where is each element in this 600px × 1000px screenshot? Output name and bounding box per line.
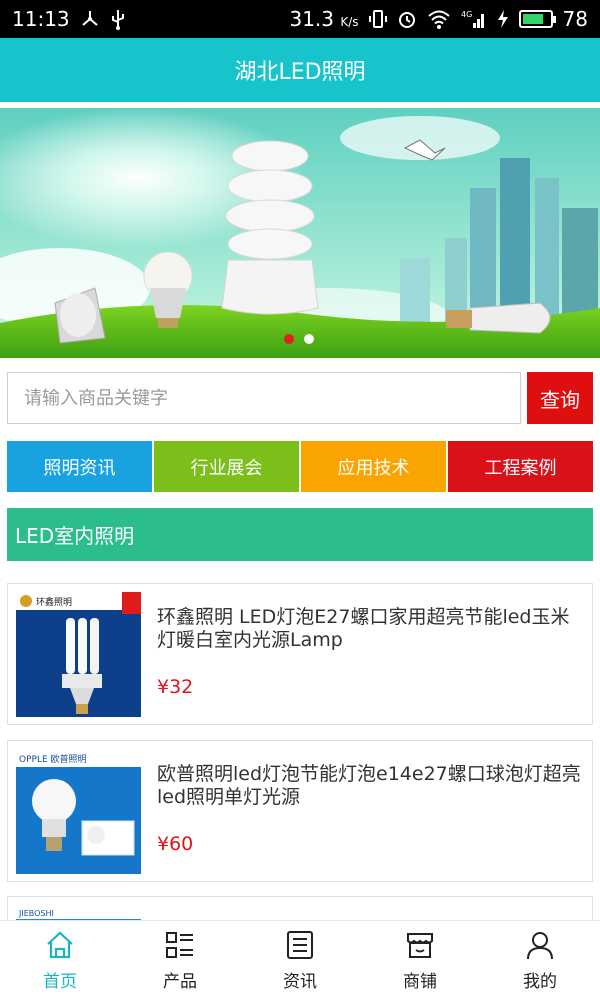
product-price: ¥60	[157, 833, 194, 855]
vibrate-icon	[368, 9, 387, 29]
alarm-icon	[397, 9, 417, 29]
nav-home[interactable]: 首页	[0, 921, 120, 1000]
category-industry-expo[interactable]: 行业展会	[154, 441, 299, 492]
shop-icon	[407, 933, 433, 958]
status-time: 11:13	[12, 7, 70, 31]
category-engineering-cases[interactable]: 工程案例	[448, 441, 593, 492]
nav-mine[interactable]: 我的	[480, 921, 600, 1000]
search-button[interactable]: 查询	[527, 372, 593, 424]
category-lighting-news[interactable]: 照明资讯	[7, 441, 152, 492]
product-image: 环鑫照明	[16, 592, 141, 717]
brand-label: 环鑫照明	[36, 596, 72, 608]
carousel-dot[interactable]	[304, 334, 314, 344]
brand-label: OPPLE 欧普照明	[19, 753, 87, 765]
brand-label: JIEBOSHI	[18, 909, 54, 918]
nav-news[interactable]: 资讯	[240, 921, 360, 1000]
share-icon	[80, 9, 100, 29]
nav-label: 我的	[523, 972, 557, 992]
battery-level: 78	[562, 7, 588, 31]
category-bar: 照明资讯 行业展会 应用技术 工程案例	[7, 441, 593, 492]
nav-products[interactable]: 产品	[120, 921, 240, 1000]
product-image: OPPLE 欧普照明	[16, 749, 141, 874]
carousel-dots	[284, 334, 314, 344]
charging-icon	[497, 9, 509, 29]
grid-list-icon	[166, 932, 193, 958]
svg-text:4G: 4G	[461, 10, 472, 19]
user-icon	[527, 932, 553, 960]
home-icon	[47, 931, 73, 959]
section-header: LED室内照明	[7, 508, 593, 561]
product-title[interactable]: 环鑫照明 LED灯泡E27螺口家用超亮节能led玉米灯暖白室内光源Lamp	[157, 606, 585, 652]
news-icon	[287, 931, 313, 959]
nav-label: 首页	[43, 972, 77, 992]
banner-image	[0, 108, 600, 358]
status-right: 31.3 K/s 4G 78	[289, 7, 588, 31]
nav-label: 商铺	[403, 972, 437, 992]
battery-icon	[518, 10, 556, 28]
carousel-dot[interactable]	[284, 334, 294, 344]
network-speed: 31.3 K/s	[289, 7, 359, 31]
status-bar: 11:13 31.3 K/s 4G 78	[0, 0, 600, 38]
product-card[interactable]: 环鑫照明 环鑫照明 LED灯泡E27螺口家用超亮节能led玉米灯暖白室内光源La…	[7, 583, 593, 725]
category-application-tech[interactable]: 应用技术	[301, 441, 446, 492]
usb-icon	[110, 8, 126, 30]
wifi-icon	[427, 9, 451, 29]
page-title: 湖北LED照明	[234, 60, 366, 85]
nav-label: 资讯	[283, 972, 317, 992]
search-row: 查询	[7, 372, 593, 426]
product-price: ¥32	[157, 676, 194, 698]
product-title[interactable]: 欧普照明led灯泡节能灯泡e14e27螺口球泡灯超亮led照明单灯光源	[157, 763, 585, 809]
bottom-nav: 首页 产品 资讯 商铺 我的	[0, 920, 600, 1000]
signal-icon: 4G	[461, 9, 487, 29]
status-left: 11:13	[12, 7, 126, 31]
product-card[interactable]: OPPLE 欧普照明 欧普照明led灯泡节能灯泡e14e27螺口球泡灯超亮led…	[7, 740, 593, 882]
nav-label: 产品	[163, 972, 197, 992]
section-title: LED室内照明	[15, 524, 135, 548]
nav-shop[interactable]: 商铺	[360, 921, 480, 1000]
search-input[interactable]	[7, 372, 521, 424]
app-header: 湖北LED照明	[0, 38, 600, 102]
banner-carousel[interactable]	[0, 108, 600, 358]
